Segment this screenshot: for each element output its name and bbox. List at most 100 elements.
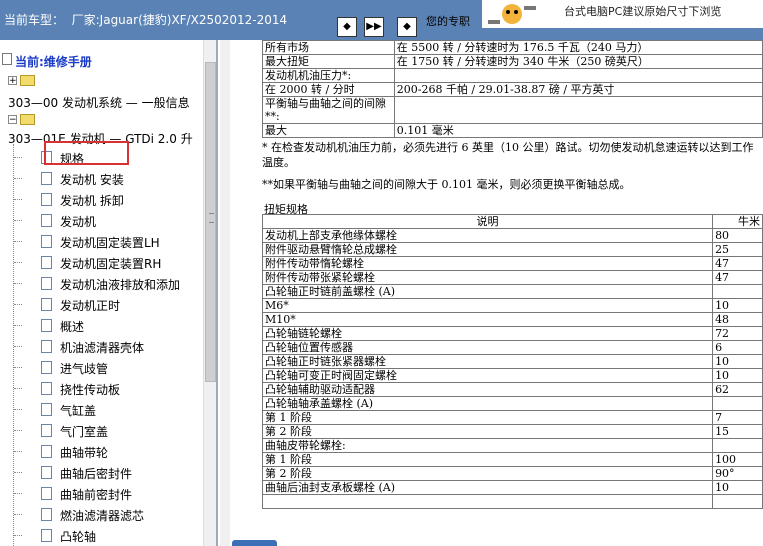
- spec-label: 发动机机油压力*:: [262, 68, 395, 83]
- ad-banner[interactable]: 台式电脑PC建议原始尺寸下浏览: [482, 0, 763, 28]
- tree-item[interactable]: 凸轮轴: [60, 528, 96, 545]
- tree-item[interactable]: 燃油滤清器滤芯: [60, 507, 144, 524]
- content-scroll-track[interactable]: [220, 40, 230, 546]
- document-icon: [41, 298, 52, 311]
- spec-row: 平衡轴与曲轴之间的间隙**:: [262, 96, 763, 124]
- document-icon: [41, 487, 52, 500]
- torque-row: 凸轮轴辅助驱动适配器 62: [261, 382, 763, 397]
- mascot-icon: [488, 4, 536, 24]
- tree-item[interactable]: 发动机油液排放和添加: [60, 276, 180, 293]
- torque-value: 7: [712, 410, 763, 425]
- scrollbar-thumb[interactable]: [205, 62, 216, 382]
- torque-description: M6*: [261, 298, 714, 313]
- torque-value: 48: [712, 312, 763, 327]
- tree-line: [14, 241, 22, 242]
- current-manual-text: 当前:维修手册: [15, 55, 92, 69]
- tree-item[interactable]: 曲轴后密封件: [60, 465, 132, 482]
- torque-description: 第 1 阶段: [261, 410, 714, 425]
- selection-highlight: [44, 141, 129, 165]
- torque-description: 凸轮轴正时链前盖螺栓 (A): [261, 284, 714, 299]
- spec-label: 最大: [262, 123, 395, 138]
- ad-text: 台式电脑PC建议原始尺寸下浏览: [564, 5, 722, 18]
- folder-icon: [20, 75, 35, 86]
- torque-value: 72: [712, 326, 763, 341]
- torque-row: 凸轮轴链轮螺栓 72: [261, 326, 763, 341]
- expand-icon[interactable]: +: [8, 76, 17, 86]
- tree-line: [14, 283, 22, 284]
- torque-value: 10: [712, 354, 763, 369]
- tree-line: [14, 199, 22, 200]
- tree-item[interactable]: 发动机固定装置LH: [60, 234, 160, 251]
- torque-value: 47: [712, 256, 763, 271]
- tree-line: [14, 157, 22, 158]
- document-icon: [41, 403, 52, 416]
- tree-item[interactable]: 挠性传动板: [60, 381, 120, 398]
- splitter[interactable]: [216, 40, 218, 546]
- bottom-tab[interactable]: [232, 540, 277, 546]
- tree-line: [14, 535, 22, 536]
- content-pane: 所有市场在 5500 转 / 分转速时为 176.5 千瓦（240 马力） 最大扭…: [220, 40, 763, 546]
- torque-description: 第 1 阶段: [261, 452, 714, 467]
- tree-item[interactable]: 概述: [60, 318, 84, 335]
- tree-line: [14, 451, 22, 452]
- nav-end-button[interactable]: ◆: [397, 17, 417, 37]
- tree-line: [14, 430, 22, 431]
- torque-table: 说明 牛米 发动机上部支承他缘体螺栓 80 附件驱动悬臂惰轮总成螺栓 25 附件传动带惰…: [261, 214, 763, 509]
- vehicle-label: 当前车型： 厂家:Jaguar(捷豹)XF/X2502012-2014: [4, 13, 288, 27]
- torque-value: [712, 284, 763, 299]
- spec-value: 在 5500 转 / 分转速时为 176.5 千瓦（240 马力）: [393, 40, 763, 55]
- torque-row: [261, 494, 763, 509]
- spec-value: 在 1750 转 / 分转速时为 340 牛米（250 磅英尺）: [393, 54, 763, 69]
- nav-prev-button[interactable]: ◆: [337, 17, 357, 37]
- tree-item[interactable]: 进气歧管: [60, 360, 108, 377]
- tree-line: [14, 388, 22, 389]
- torque-description: 凸轮轴正时链张紧器螺栓: [261, 354, 714, 369]
- torque-description: 第 2 阶段: [261, 424, 714, 439]
- torque-description: 凸轮轴轴承盖螺栓 (A): [261, 396, 714, 411]
- torque-row: 第 1 阶段 7: [261, 410, 763, 425]
- spec-row: 发动机机油压力*:: [262, 68, 763, 83]
- torque-value: 10: [712, 368, 763, 383]
- torque-row: 曲轴后油封支承板螺栓 (A) 10: [261, 480, 763, 495]
- document-icon: [41, 235, 52, 248]
- tree-item[interactable]: 发动机固定装置RH: [60, 255, 161, 272]
- collapse-icon[interactable]: −: [8, 115, 17, 125]
- torque-row: 附件传动带惰轮螺栓 47: [261, 256, 763, 271]
- torque-value: [712, 494, 763, 509]
- torque-description: 第 2 阶段: [261, 466, 714, 481]
- tree-node-303-00[interactable]: 303—00 发动机系统 — 一般信息: [8, 94, 190, 111]
- tree-item[interactable]: 气缸盖: [60, 402, 96, 419]
- spec-value: 200-268 千帕 / 29.01-38.87 磅 / 平方英寸: [393, 82, 763, 97]
- tree-item[interactable]: 发动机 拆卸: [60, 192, 124, 209]
- tree-item[interactable]: 曲轴前密封件: [60, 486, 132, 503]
- nav-next-button[interactable]: ▶▶: [364, 17, 384, 37]
- torque-value: 100: [712, 452, 763, 467]
- tree-item[interactable]: 发动机 安装: [60, 171, 124, 188]
- tree-item[interactable]: 曲轴带轮: [60, 444, 108, 461]
- torque-row: 附件驱动悬臂惰轮总成螺栓 25: [261, 242, 763, 257]
- torque-description: 凸轮轴辅助驱动适配器: [261, 382, 714, 397]
- document-icon: [41, 256, 52, 269]
- torque-description: [261, 494, 714, 509]
- tree-scrollbar[interactable]: [203, 40, 217, 546]
- tree-item[interactable]: 发动机: [60, 213, 96, 230]
- folder-open-icon: [20, 114, 35, 125]
- torque-value: [712, 396, 763, 411]
- help-label: 您的专职: [426, 15, 470, 28]
- tree-line: [14, 220, 22, 221]
- torque-row: 凸轮轴轴承盖螺栓 (A): [261, 396, 763, 411]
- spec-row: 所有市场在 5500 转 / 分转速时为 176.5 千瓦（240 马力）: [262, 40, 763, 55]
- document-icon: [41, 445, 52, 458]
- tree-item[interactable]: 气门室盖: [60, 423, 108, 440]
- torque-row: 凸轮轴位置传感器 6: [261, 340, 763, 355]
- tree-line: [14, 304, 22, 305]
- spec-label: 在 2000 转 / 分时: [262, 82, 395, 97]
- tree-item[interactable]: 发动机正时: [60, 297, 120, 314]
- tree-item[interactable]: 机油滤清器壳体: [60, 339, 144, 356]
- document-icon: [41, 214, 52, 227]
- torque-row: M10* 48: [261, 312, 763, 327]
- tree-line: [14, 325, 22, 326]
- spec-label: 平衡轴与曲轴之间的间隙**:: [262, 96, 395, 124]
- torque-description: 附件传动带张紧轮螺栓: [261, 270, 714, 285]
- torque-row: 凸轮轴可变正时阀固定螺栓 10: [261, 368, 763, 383]
